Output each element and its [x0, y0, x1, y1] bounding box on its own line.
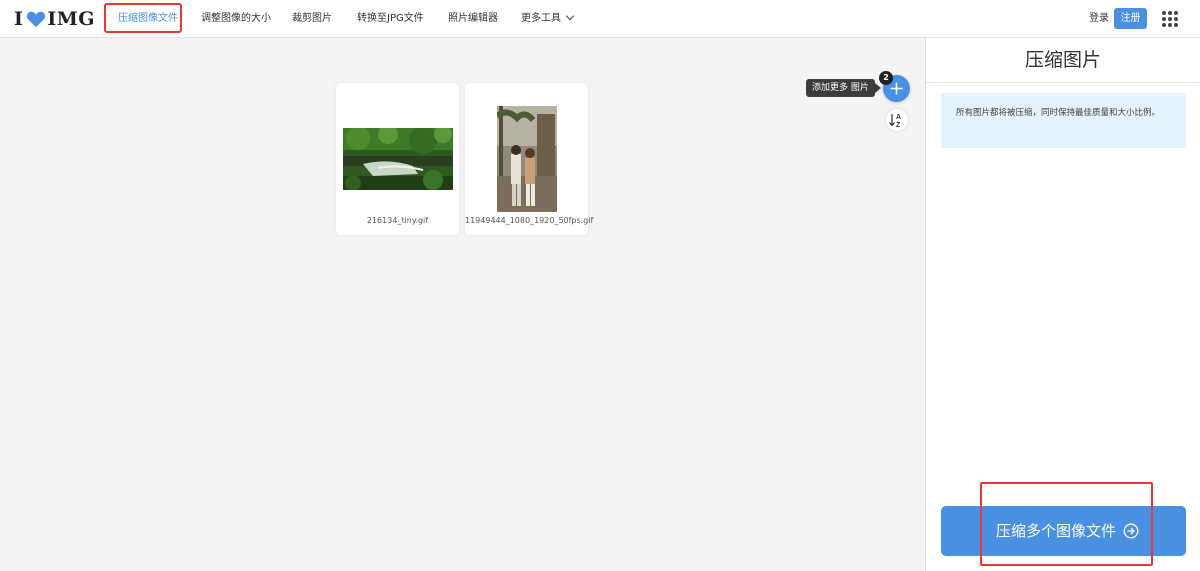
login-link[interactable]: 登录 — [1089, 0, 1109, 38]
street-photo-thumbnail — [497, 106, 557, 212]
file-name: 11949444_1080_1920_50fps.gif — [465, 216, 594, 225]
file-card[interactable]: 216134_tiny.gif — [336, 83, 459, 235]
file-workspace: 216134_tiny.gif 11949444_1080_1920_50fps… — [0, 38, 925, 571]
chevron-down-icon — [565, 11, 575, 21]
logo-text-right: IMG — [47, 8, 96, 30]
file-count-badge: 2 — [879, 71, 893, 85]
svg-text:Z: Z — [896, 122, 901, 129]
compress-button-highlight-box — [980, 482, 1153, 566]
panel-title: 压缩图片 — [926, 38, 1200, 83]
nav-more-tools[interactable]: 更多工具 — [521, 0, 575, 38]
nav-photo-editor[interactable]: 照片编辑器 — [448, 0, 498, 38]
nav-convert-to-jpg[interactable]: 转换至JPG文件 — [357, 0, 424, 38]
svg-text:A: A — [896, 114, 901, 121]
nav-highlight-box — [104, 3, 182, 33]
signup-button[interactable]: 注册 — [1114, 8, 1147, 29]
sort-az-icon: A Z — [889, 114, 901, 129]
heart-icon — [27, 11, 46, 28]
apps-grid-icon[interactable] — [1162, 11, 1178, 27]
nav-resize-image[interactable]: 调整图像的大小 — [201, 0, 271, 38]
nav-crop-image[interactable]: 裁剪图片 — [292, 0, 332, 38]
logo-text-left: I — [14, 8, 24, 30]
info-message: 所有图片都将被压缩，同时保持最佳质量和大小比例。 — [941, 93, 1186, 148]
ilovimg-logo[interactable]: I IMG — [14, 8, 95, 30]
file-name: 216134_tiny.gif — [366, 216, 429, 225]
nav-more-tools-label: 更多工具 — [521, 13, 561, 24]
waterfall-thumbnail — [343, 128, 453, 190]
add-more-tooltip: 添加更多 图片 — [806, 79, 881, 97]
file-card[interactable]: 11949444_1080_1920_50fps.gif — [465, 83, 594, 235]
sort-button[interactable]: A Z — [886, 109, 908, 131]
